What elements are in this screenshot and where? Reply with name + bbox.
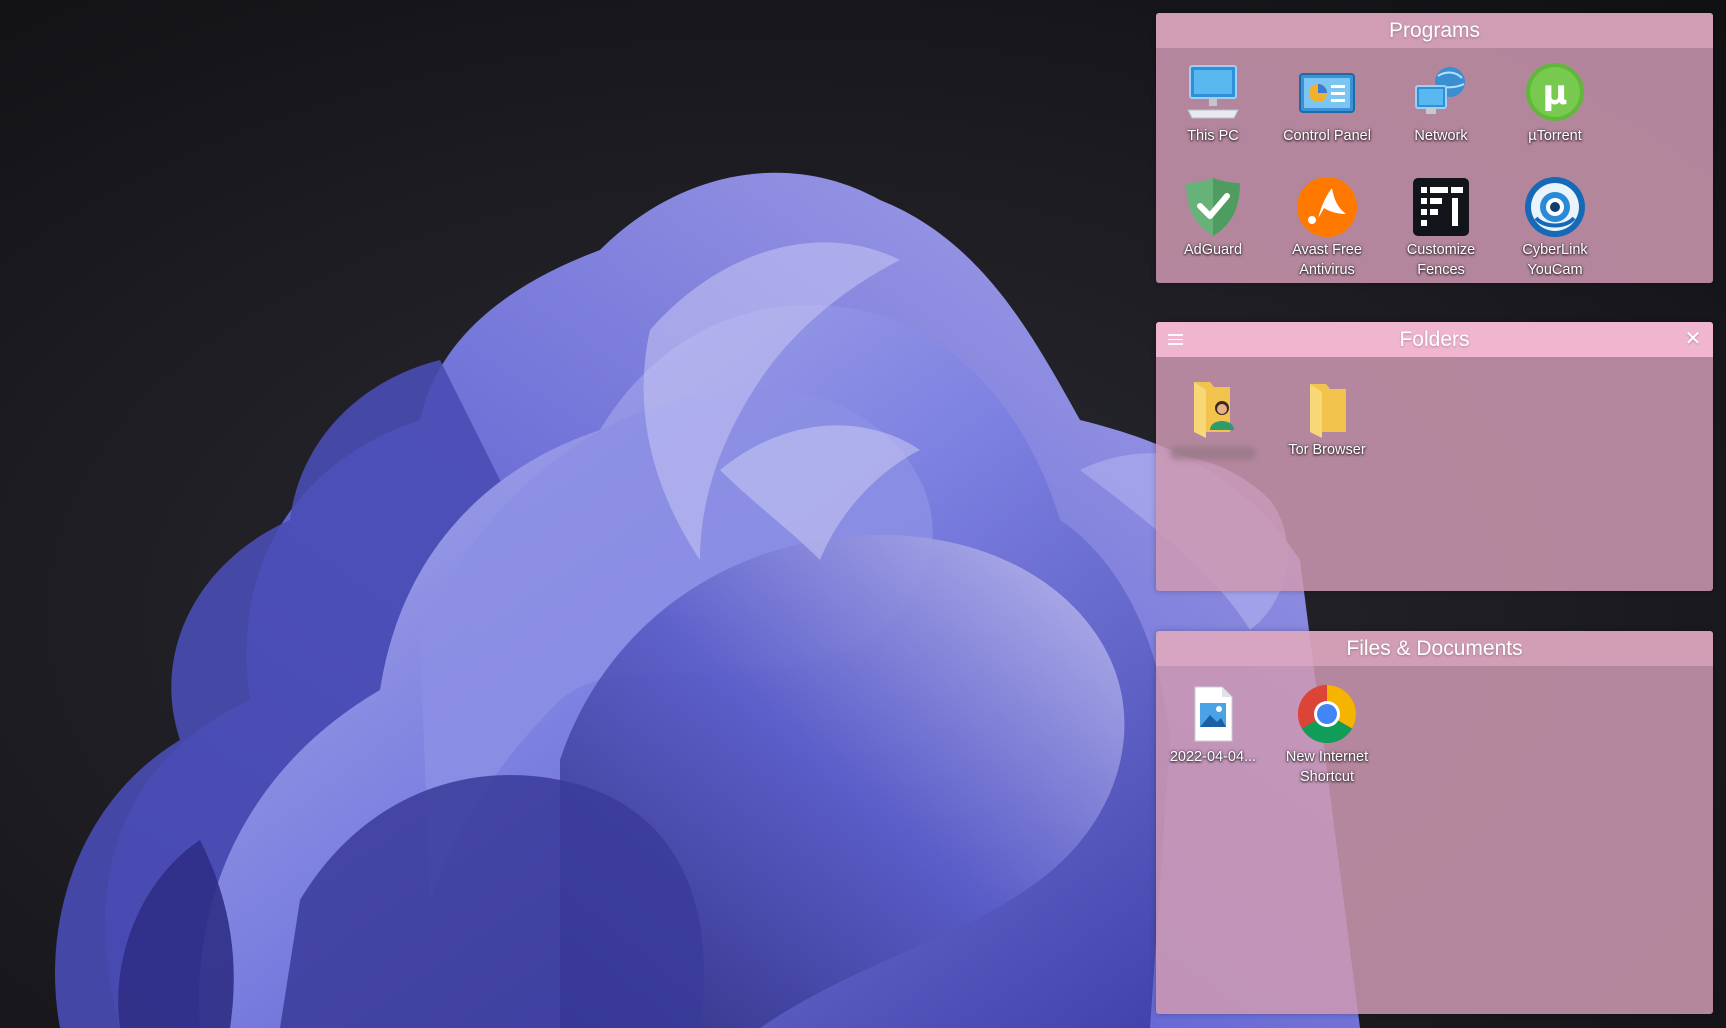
desktop-icon-customize-fences[interactable]: Customize Fences: [1389, 174, 1493, 280]
icon-label: This PC: [1187, 128, 1239, 144]
desktop-icon-network[interactable]: Network: [1389, 60, 1493, 146]
desktop-icon-avast[interactable]: Avast Free Antivirus: [1275, 174, 1379, 280]
desktop-icon-adguard[interactable]: AdGuard: [1161, 174, 1265, 260]
network-icon: [1415, 67, 1465, 114]
desktop-icon-utorrent[interactable]: µ µTorrent: [1503, 60, 1607, 146]
fence-title[interactable]: Programs: [1156, 13, 1713, 48]
icon-label-blurred: [1170, 446, 1256, 460]
desktop-icon-tor-browser-folder[interactable]: Tor Browser: [1275, 374, 1379, 460]
desktop-icon-new-internet-shortcut[interactable]: New Internet Shortcut: [1275, 681, 1379, 787]
close-icon[interactable]: ✕: [1683, 322, 1703, 357]
fence-programs[interactable]: Programs This PC Control Panel Network µ…: [1156, 13, 1713, 283]
desktop-icon-user-folder[interactable]: [1161, 374, 1265, 460]
desktop-icon-youcam[interactable]: CyberLink YouCam: [1503, 174, 1607, 280]
image-file-icon: [1194, 686, 1233, 742]
utorrent-icon: µ: [1526, 63, 1584, 121]
icon-label: CyberLink YouCam: [1522, 242, 1588, 278]
icon-label: New Internet Shortcut: [1285, 749, 1369, 785]
avast-icon: [1297, 177, 1357, 237]
folder-icon: [1310, 384, 1346, 438]
fence-title[interactable]: Folders ✕: [1156, 322, 1713, 357]
control-panel-icon: [1299, 73, 1355, 113]
youcam-icon: [1525, 177, 1585, 237]
desktop-icon-image-file[interactable]: 2022-04-04...: [1161, 681, 1265, 767]
customize-fences-icon: [1413, 178, 1469, 236]
fence-title-text: Folders: [1399, 328, 1470, 351]
user-folder-icon: [1194, 382, 1234, 438]
icon-label: 2022-04-04...: [1169, 749, 1257, 765]
this-pc-icon: [1187, 65, 1239, 119]
fence-folders[interactable]: Folders ✕ Tor Browser: [1156, 322, 1713, 591]
chrome-icon: [1298, 685, 1356, 743]
svg-text:µ: µ: [1542, 73, 1567, 113]
adguard-icon: [1186, 178, 1240, 236]
fence-menu-icon[interactable]: [1168, 322, 1188, 357]
icon-label: Tor Browser: [1288, 442, 1366, 458]
icon-label: µTorrent: [1528, 128, 1582, 144]
icon-label: Network: [1414, 128, 1468, 144]
desktop-icon-this-pc[interactable]: This PC: [1161, 60, 1265, 146]
icon-label: Control Panel: [1283, 128, 1371, 144]
desktop-icon-control-panel[interactable]: Control Panel: [1275, 60, 1379, 146]
icon-label: AdGuard: [1183, 242, 1243, 258]
icon-label: Avast Free Antivirus: [1292, 242, 1362, 278]
icon-label: Customize Fences: [1406, 242, 1476, 278]
fence-title[interactable]: Files & Documents: [1156, 631, 1713, 666]
fence-files-documents[interactable]: Files & Documents 2022-04-04... New Inte…: [1156, 631, 1713, 1014]
